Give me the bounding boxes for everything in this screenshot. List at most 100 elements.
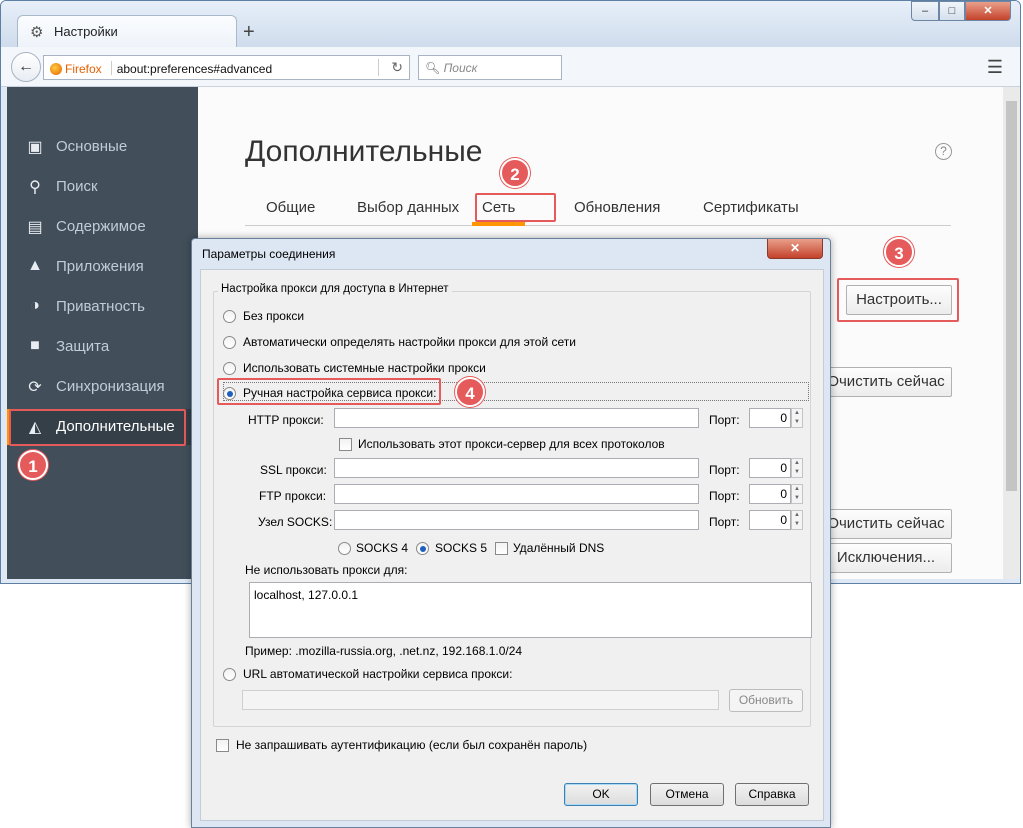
- ssl-port-input[interactable]: 0: [749, 458, 791, 478]
- http-proxy-input[interactable]: [334, 408, 699, 428]
- ssl-port-spinner[interactable]: ▲ ▼: [791, 458, 803, 478]
- url-bar[interactable]: Firefox about:preferences#advanced ↻: [43, 55, 410, 80]
- socks-port-input[interactable]: 0: [749, 510, 791, 530]
- page-title: Дополнительные: [245, 135, 483, 168]
- ftp-port-spinner[interactable]: ▲ ▼: [791, 484, 803, 504]
- radio-socks5[interactable]: [416, 542, 429, 555]
- nav-bar: ← Firefox about:preferences#advanced ↻ 🔍︎…: [1, 47, 1020, 87]
- label-socks-host: Узел SOCKS:: [258, 515, 333, 529]
- sidebar-item-label: Содержимое: [56, 218, 146, 235]
- tab-data-choices[interactable]: Выбор данных: [357, 199, 459, 216]
- highlight-configure: [837, 278, 959, 322]
- clear-cache-button[interactable]: Очистить сейчас: [820, 367, 952, 397]
- search-placeholder: Поиск: [443, 61, 478, 75]
- no-proxy-for-textarea[interactable]: localhost, 127.0.0.1: [249, 582, 812, 638]
- tab-bar: Общие Выбор данных Сеть Обновления Серти…: [245, 183, 951, 226]
- cancel-button[interactable]: Отмена: [650, 783, 724, 806]
- radio-socks4[interactable]: [338, 542, 351, 555]
- sidebar-item-search[interactable]: ⚲ Поиск: [7, 169, 198, 205]
- search-icon: ⚲: [29, 179, 41, 196]
- http-port-input[interactable]: 0: [749, 408, 791, 428]
- help-button[interactable]: Справка: [735, 783, 809, 806]
- search-icon: 🔍︎: [425, 61, 441, 75]
- ssl-proxy-input[interactable]: [334, 458, 699, 478]
- dialog-close-button[interactable]: ✕: [767, 239, 823, 259]
- label-use-for-all: Использовать этот прокси-сервер для всех…: [358, 437, 665, 451]
- label-system-proxy: Использовать системные настройки прокси: [243, 361, 486, 375]
- http-port-spinner[interactable]: ▲ ▼: [791, 408, 803, 428]
- connection-settings-dialog: Параметры соединения ✕ Настройка прокси …: [191, 238, 831, 828]
- sidebar-item-sync[interactable]: ⟳ Синхронизация: [7, 369, 198, 405]
- sidebar-item-applications[interactable]: ▲ Приложения: [7, 249, 198, 285]
- socks-host-input[interactable]: [334, 510, 699, 530]
- ftp-proxy-input[interactable]: [334, 484, 699, 504]
- highlight-manual-proxy: [217, 378, 441, 405]
- checkbox-no-auth-prompt[interactable]: [216, 739, 229, 752]
- reload-pac-button[interactable]: Обновить: [729, 689, 803, 712]
- radio-pac-url[interactable]: [223, 668, 236, 681]
- tab-updates[interactable]: Обновления: [574, 199, 660, 216]
- dialog-title: Параметры соединения: [202, 247, 336, 261]
- help-icon[interactable]: ?: [935, 143, 952, 160]
- firefox-icon: [50, 63, 62, 75]
- checkbox-remote-dns[interactable]: [495, 542, 508, 555]
- sidebar: ▣ Основные ⚲ Поиск ▤ Содержимое ▲ Приложения…: [7, 87, 198, 579]
- pac-url-input[interactable]: [242, 690, 719, 710]
- label-socks5: SOCKS 5: [435, 541, 488, 555]
- radio-auto-detect[interactable]: [223, 336, 236, 349]
- group-label: Настройка прокси для доступа в Интернет: [218, 283, 452, 295]
- badge-2: 2: [500, 158, 530, 188]
- gear-icon: ⚙: [30, 24, 44, 41]
- general-icon: ▣: [27, 139, 43, 156]
- label-no-proxy-for: Не использовать прокси для:: [245, 563, 408, 577]
- close-window-button[interactable]: ✕: [965, 1, 1011, 21]
- exceptions-button[interactable]: Исключения...: [820, 543, 952, 573]
- tab-settings[interactable]: ⚙ Настройки: [17, 15, 237, 47]
- radio-no-proxy[interactable]: [223, 310, 236, 323]
- identity-label: Firefox: [65, 62, 102, 76]
- tab-general[interactable]: Общие: [266, 199, 315, 216]
- example-text: Пример: .mozilla-russia.org, .net.nz, 19…: [245, 644, 523, 658]
- checkbox-use-for-all[interactable]: [339, 438, 352, 451]
- minimize-button[interactable]: –: [911, 1, 939, 21]
- clear-offline-button[interactable]: Очистить сейчас: [820, 509, 952, 539]
- label-socks-port: Порт:: [709, 515, 740, 529]
- highlight-network-tab: [475, 193, 556, 222]
- label-socks4: SOCKS 4: [356, 541, 409, 555]
- scrollbar-thumb[interactable]: [1006, 101, 1017, 491]
- scrollbar[interactable]: [1003, 87, 1020, 579]
- badge-4: 4: [455, 377, 485, 407]
- radio-system-proxy[interactable]: [223, 362, 236, 375]
- sidebar-item-general[interactable]: ▣ Основные: [7, 129, 198, 165]
- sidebar-item-privacy[interactable]: ◑ Приватность: [7, 289, 198, 325]
- socks-port-spinner[interactable]: ▲ ▼: [791, 510, 803, 530]
- label-no-auth-prompt: Не запрашивать аутентификацию (если был …: [236, 738, 588, 752]
- ok-button[interactable]: OK: [564, 783, 638, 806]
- search-input[interactable]: 🔍︎ Поиск: [418, 55, 562, 80]
- back-button[interactable]: ←: [11, 52, 41, 82]
- sidebar-item-security[interactable]: ■ Защита: [7, 329, 198, 365]
- badge-3: 3: [884, 237, 914, 267]
- reload-icon[interactable]: ↻: [391, 59, 403, 76]
- document-icon: ▤: [27, 219, 43, 236]
- maximize-button[interactable]: □: [939, 1, 965, 21]
- badge-1: 1: [18, 450, 48, 480]
- sidebar-item-label: Защита: [56, 338, 110, 355]
- back-arrow-icon: ←: [18, 58, 34, 75]
- label-auto-detect: Автоматически определять настройки прокс…: [243, 335, 576, 349]
- window-controls: – □ ✕: [911, 1, 1015, 23]
- sidebar-item-label: Синхронизация: [56, 378, 165, 395]
- proxy-group: [213, 291, 811, 727]
- sync-icon: ⟳: [28, 379, 42, 396]
- new-tab-button[interactable]: +: [243, 21, 255, 44]
- label-http-port: Порт:: [709, 413, 740, 427]
- label-ssl-proxy: SSL прокси:: [260, 463, 327, 477]
- mask-icon: ◑: [30, 297, 40, 314]
- hamburger-menu-icon[interactable]: ☰: [981, 56, 1009, 78]
- label-http-proxy: HTTP прокси:: [248, 413, 324, 427]
- sidebar-item-content[interactable]: ▤ Содержимое: [7, 209, 198, 245]
- tab-certificates[interactable]: Сертификаты: [703, 199, 799, 216]
- label-ssl-port: Порт:: [709, 463, 740, 477]
- ftp-port-input[interactable]: 0: [749, 484, 791, 504]
- sidebar-item-label: Приватность: [56, 298, 145, 315]
